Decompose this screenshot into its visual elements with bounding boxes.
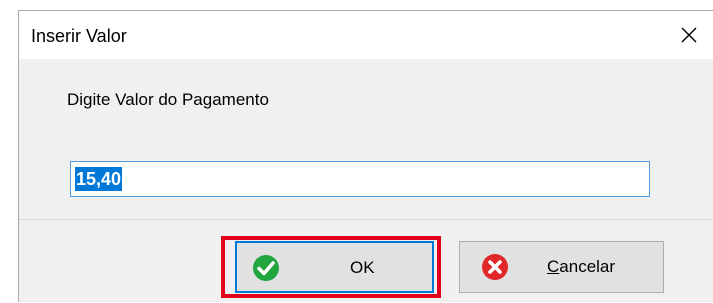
x-circle-icon <box>482 254 508 280</box>
input-selected-text: 15,40 <box>75 167 123 191</box>
cancel-button[interactable]: Cancelar <box>459 241 664 293</box>
ok-button-label: OK <box>350 258 375 277</box>
cancel-button-label: Cancelar <box>547 257 616 276</box>
ok-button[interactable]: OK <box>235 241 434 293</box>
title-bar: Inserir Valor <box>19 11 713 59</box>
check-circle-icon <box>253 255 279 281</box>
close-button[interactable] <box>665 11 713 59</box>
dialog-title: Inserir Valor <box>31 26 127 46</box>
value-input[interactable]: 15,40 <box>70 161 650 197</box>
prompt-label: Digite Valor do Pagamento <box>67 90 269 109</box>
close-icon <box>681 27 697 43</box>
